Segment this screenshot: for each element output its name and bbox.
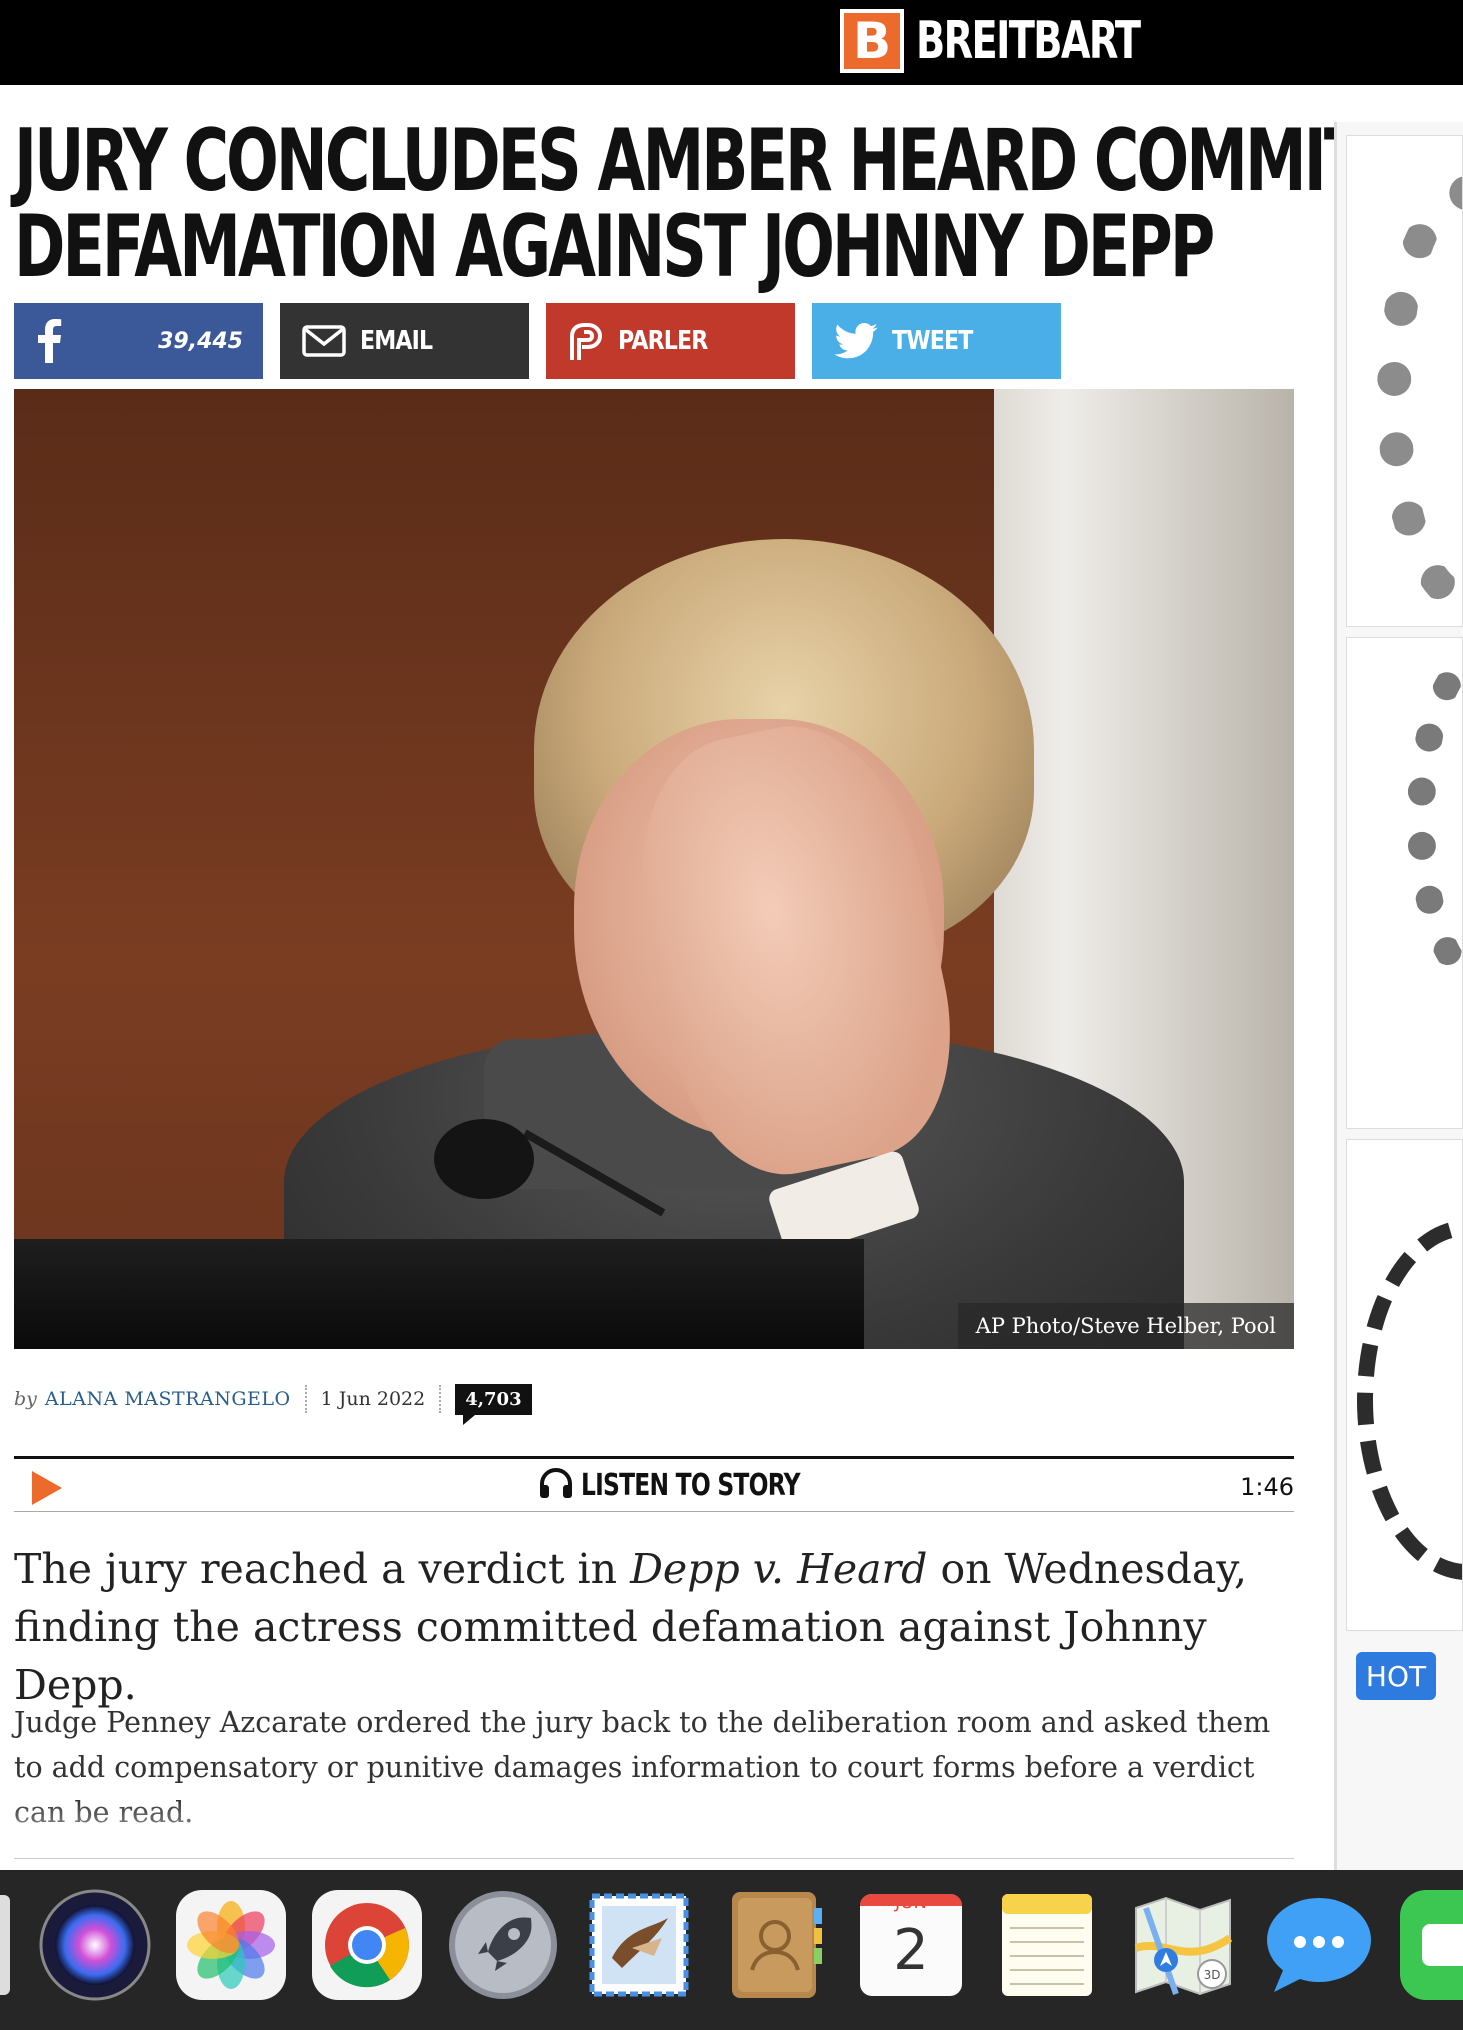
facebook-share-button[interactable]: 39,445 (14, 303, 263, 379)
byline-by: by (14, 1388, 37, 1410)
breitbart-logo[interactable]: B BREITBART (840, 9, 1188, 73)
tweet-share-button[interactable]: TWEET (812, 303, 1061, 379)
lead-paragraph: The jury reached a verdict in Depp v. He… (14, 1540, 1294, 1714)
bracelet-image (1357, 1220, 1462, 1580)
site-header: B BREITBART (0, 0, 1463, 85)
messages-icon[interactable] (1262, 1888, 1376, 2002)
play-icon[interactable] (32, 1471, 62, 1505)
listen-to-story-bar: LISTEN TO STORY 1:46 (14, 1456, 1294, 1512)
byline-separator (439, 1385, 442, 1413)
calendar-day: 2 (893, 1918, 929, 1983)
maps-icon[interactable]: 3D (1126, 1888, 1240, 2002)
tweet-share-label: TWEET (892, 326, 973, 356)
dock-left-edge (0, 1895, 10, 1995)
chrome-icon[interactable] (310, 1888, 424, 2002)
sidebar-ad-bracelet-2[interactable] (1346, 637, 1463, 1129)
facetime-icon[interactable] (1398, 1888, 1463, 2002)
bracelet-image (1407, 638, 1462, 998)
parler-icon (568, 322, 604, 360)
facebook-share-count: 39,445 (158, 328, 243, 354)
sidebar-ad-bracelet-3[interactable] (1346, 1139, 1463, 1631)
email-share-button[interactable]: EMAIL (280, 303, 529, 379)
photo-podium (14, 1239, 864, 1349)
article-photo[interactable]: AP Photo/Steve Helber, Pool (14, 389, 1294, 1349)
photos-icon[interactable] (174, 1888, 288, 2002)
content-divider (14, 1858, 1294, 1868)
headline-line-2: DEFAMATION AGAINST JOHNNY DEPP (14, 197, 1215, 297)
siri-icon[interactable] (38, 1888, 152, 2002)
listen-label-group[interactable]: LISTEN TO STORY (539, 1467, 862, 1503)
contacts-icon[interactable] (718, 1888, 832, 2002)
facebook-icon (36, 319, 62, 363)
comment-count-badge[interactable]: 4,703 (455, 1383, 532, 1425)
lead-case-name: Depp v. Heard (630, 1545, 928, 1593)
svg-text:3D: 3D (1204, 1968, 1221, 1982)
photo-caption: AP Photo/Steve Helber, Pool (957, 1303, 1294, 1349)
article-headline: JURY CONCLUDES AMBER HEARD COMMITTED DEF… (14, 111, 1463, 297)
launchpad-icon[interactable] (446, 1888, 560, 2002)
parler-share-label: PARLER (618, 326, 708, 356)
photo-microphone (434, 1119, 534, 1199)
headline-line-1: JURY CONCLUDES AMBER HEARD COMMITTED (14, 111, 1463, 211)
byline-separator (304, 1385, 307, 1413)
calendar-month: JUN (895, 1892, 927, 1913)
sidebar-ad-bracelet-1[interactable] (1346, 135, 1463, 627)
listen-label: LISTEN TO STORY (581, 1467, 801, 1503)
email-share-label: EMAIL (360, 326, 433, 356)
envelope-icon (302, 325, 346, 357)
mail-icon[interactable] (582, 1888, 696, 2002)
logo-wordmark: BREITBART (916, 11, 1141, 71)
twitter-bird-icon (834, 323, 878, 359)
calendar-icon[interactable]: JUN 2 (854, 1888, 968, 2002)
notes-icon[interactable] (990, 1888, 1104, 2002)
lead-text-start: The jury reached a verdict in (14, 1545, 631, 1593)
bracelet-image (1377, 176, 1462, 616)
audio-duration: 1:46 (1240, 1473, 1294, 1501)
article-byline: by ALANA MASTRANGELO 1 Jun 2022 4,703 (14, 1383, 532, 1425)
headphones-icon (539, 1467, 573, 1503)
publish-date: 1 Jun 2022 (320, 1388, 426, 1410)
logo-mark: B (840, 9, 904, 73)
author-link[interactable]: ALANA MASTRANGELO (45, 1388, 291, 1410)
parler-share-button[interactable]: PARLER (546, 303, 795, 379)
hot-badge[interactable]: HOT (1356, 1652, 1436, 1700)
